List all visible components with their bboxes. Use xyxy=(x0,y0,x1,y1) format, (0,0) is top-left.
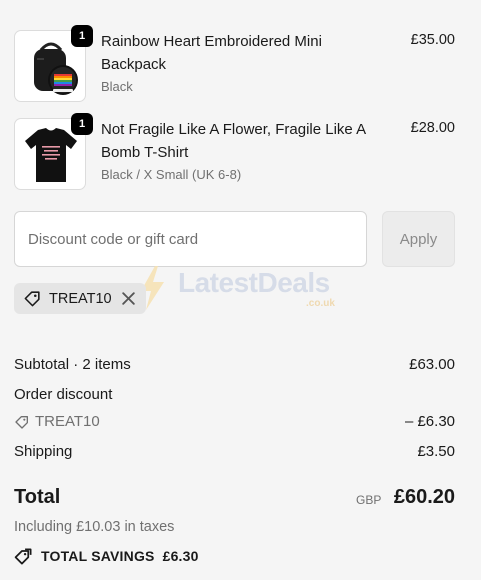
tag-icon xyxy=(24,291,40,307)
item-variant: Black / X Small (UK 6-8) xyxy=(101,167,242,182)
order-discount-row: Order discount xyxy=(14,386,455,403)
subtotal-row: Subtotal · 2 items £63.00 xyxy=(14,356,455,373)
discount-code-label: TREAT10 xyxy=(35,413,100,430)
discount-code-row: TREAT10 – £6.30 xyxy=(14,413,455,434)
watermark-domain: .co.uk xyxy=(306,298,335,309)
savings-tag-icon xyxy=(14,548,32,564)
apply-discount-button[interactable]: Apply xyxy=(382,211,455,267)
shipping-value: £3.50 xyxy=(417,443,455,460)
line-item: 1 Rainbow Heart Embroidered Mini Backpac… xyxy=(14,25,455,102)
quantity-badge: 1 xyxy=(71,113,93,135)
item-price: £35.00 xyxy=(410,32,455,48)
discount-code-input[interactable] xyxy=(14,211,367,267)
latestdeals-watermark: LatestDeals .co.uk xyxy=(138,262,353,318)
close-icon[interactable] xyxy=(120,290,137,307)
total-label: Total xyxy=(14,486,61,508)
item-title: Rainbow Heart Embroidered Mini Backpack xyxy=(101,33,322,73)
watermark-text: LatestDeals xyxy=(178,267,330,298)
product-thumbnail: 1 xyxy=(14,113,93,190)
total-savings: TOTAL SAVINGS £6.30 xyxy=(14,546,199,566)
savings-value: £6.30 xyxy=(162,548,199,564)
shipping-label: Shipping xyxy=(14,443,73,460)
applied-discount-chip: TREAT10 xyxy=(14,283,146,314)
item-title: Not Fragile Like A Flower, Fragile Like … xyxy=(101,121,366,161)
order-discount-label: Order discount xyxy=(14,386,113,403)
product-thumbnail: 1 xyxy=(14,25,93,102)
item-variant: Black xyxy=(101,79,133,94)
quantity-badge: 1 xyxy=(71,25,93,47)
currency-code: GBP xyxy=(356,493,382,507)
taxes-note: Including £10.03 in taxes xyxy=(14,519,175,535)
tag-outline-icon xyxy=(15,415,28,429)
shipping-row: Shipping £3.50 xyxy=(14,443,455,460)
subtotal-label: Subtotal · 2 items xyxy=(14,356,131,373)
subtotal-value: £63.00 xyxy=(409,356,455,373)
item-price: £28.00 xyxy=(410,120,455,136)
line-item: 1 Not Fragile Like A Flower, Fragile Lik… xyxy=(14,113,455,190)
applied-code-label: TREAT10 xyxy=(49,290,112,307)
total-value: £60.20 xyxy=(393,486,455,508)
discount-value: – £6.30 xyxy=(404,413,455,430)
savings-label: TOTAL SAVINGS xyxy=(41,548,155,564)
